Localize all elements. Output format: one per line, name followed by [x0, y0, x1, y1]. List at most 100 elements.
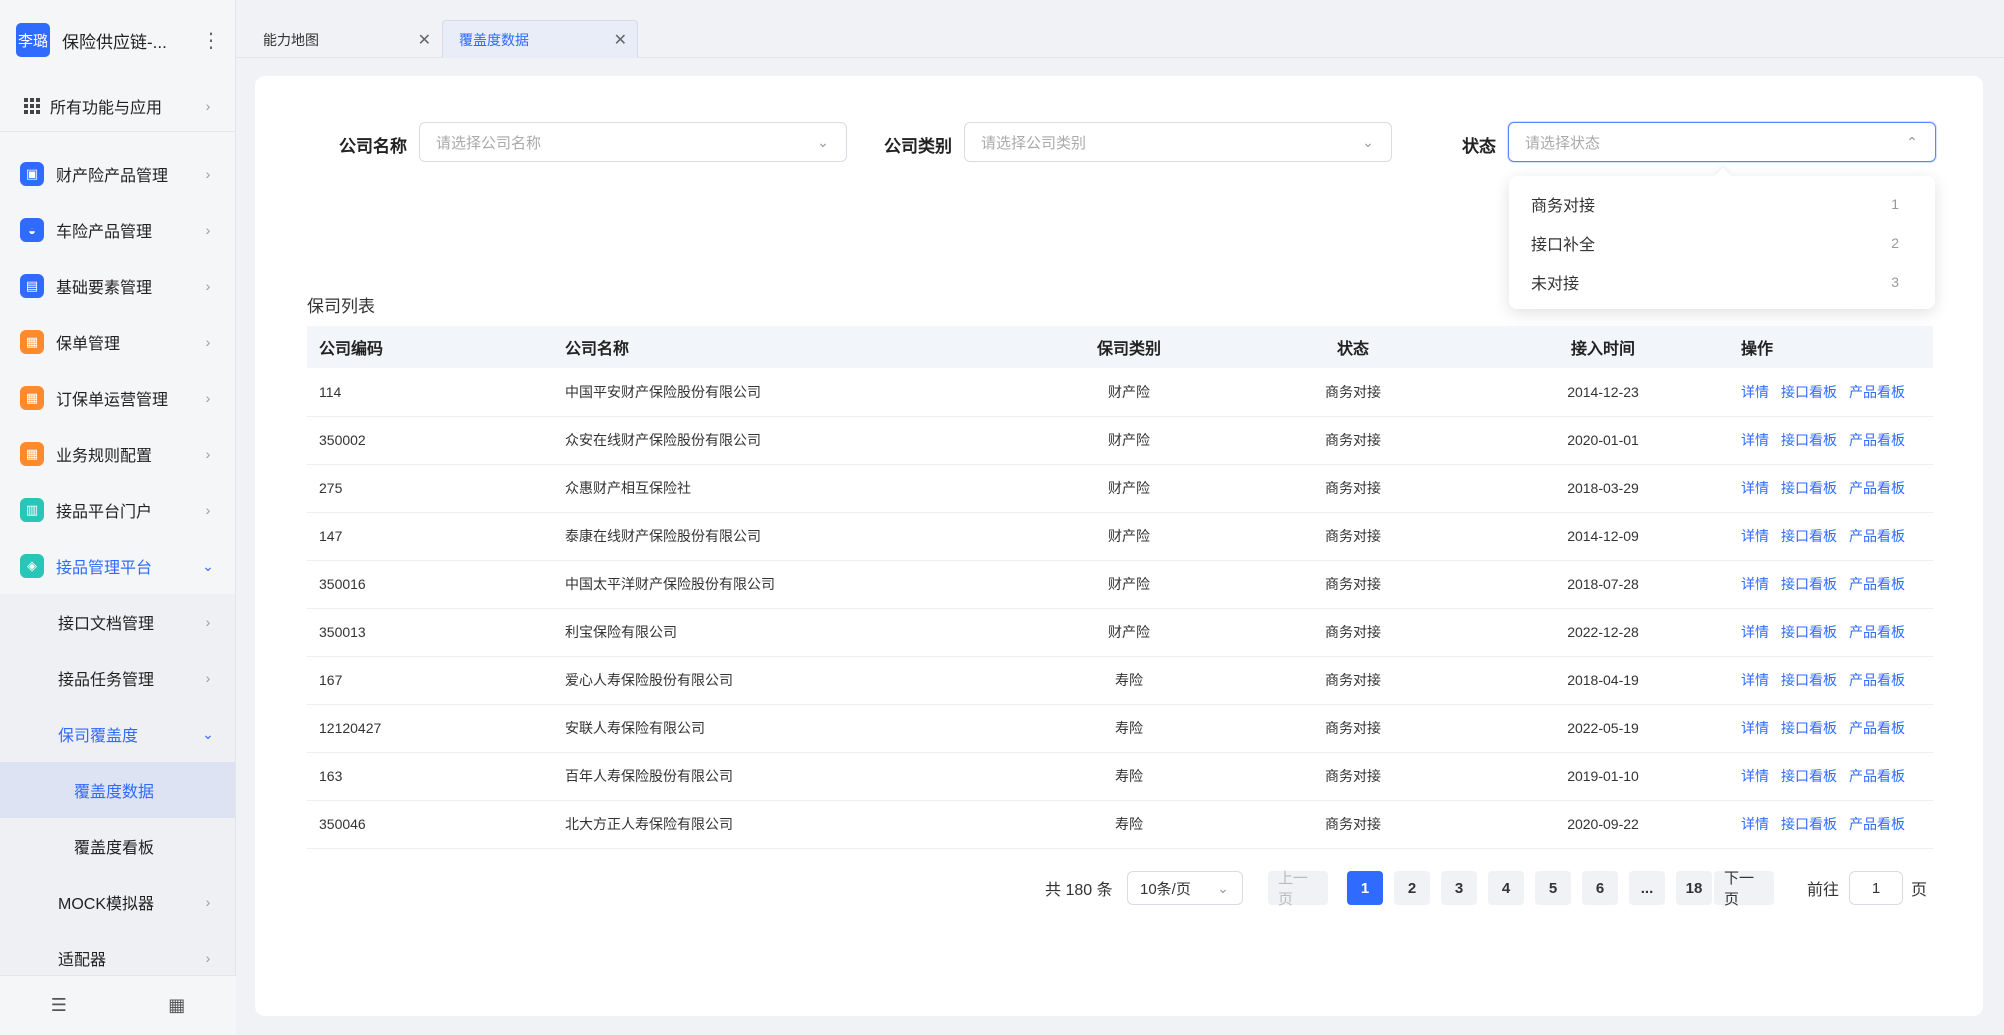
- product-board-link[interactable]: 产品看板: [1849, 576, 1905, 592]
- api-board-link[interactable]: 接口看板: [1781, 528, 1837, 544]
- sidebar-item-1[interactable]: ▣ 财产险产品管理 ›: [0, 146, 235, 202]
- detail-link[interactable]: 详情: [1741, 816, 1769, 832]
- api-board-link[interactable]: 接口看板: [1781, 576, 1837, 592]
- sidebar-item-task-management[interactable]: 接品任务管理 ›: [0, 650, 235, 706]
- status-select[interactable]: 请选择状态 ⌃: [1508, 122, 1936, 162]
- dropdown-option[interactable]: 商务对接 1: [1509, 184, 1935, 223]
- chevron-right-icon: ›: [205, 614, 211, 630]
- detail-link[interactable]: 详情: [1741, 672, 1769, 688]
- sidebar-item-coverage-data[interactable]: 覆盖度数据: [0, 762, 235, 818]
- page-button[interactable]: 3: [1441, 871, 1477, 905]
- close-icon[interactable]: ✕: [614, 30, 627, 50]
- dropdown-option[interactable]: 接口补全 2: [1509, 223, 1935, 262]
- api-board-link[interactable]: 接口看板: [1781, 384, 1837, 400]
- dropdown-option[interactable]: 未对接 3: [1509, 262, 1935, 301]
- tab-capability-map[interactable]: 能力地图 ✕: [246, 20, 442, 58]
- detail-link[interactable]: 详情: [1741, 624, 1769, 640]
- sidebar-item-2[interactable]: ◒ 车险产品管理 ›: [0, 202, 235, 258]
- detail-link[interactable]: 详情: [1741, 528, 1769, 544]
- app-name[interactable]: 保险供应链-...: [62, 28, 201, 53]
- product-board-link[interactable]: 产品看板: [1849, 384, 1905, 400]
- tab-coverage-data[interactable]: 覆盖度数据 ✕: [442, 20, 638, 58]
- detail-link[interactable]: 详情: [1741, 576, 1769, 592]
- cell-type: 财产险: [1108, 432, 1150, 448]
- cube-icon: ◈: [20, 554, 44, 578]
- detail-link[interactable]: 详情: [1741, 720, 1769, 736]
- sidebar-item-coverage[interactable]: 保司覆盖度 ⌄: [0, 706, 235, 762]
- cell-name: 利宝保险有限公司: [565, 624, 677, 640]
- page-size-select[interactable]: 10条/页 ⌄: [1127, 871, 1243, 905]
- company-name-select[interactable]: 请选择公司名称 ⌄: [419, 122, 847, 162]
- sidebar-item-mock[interactable]: MOCK模拟器 ›: [0, 874, 235, 930]
- order-icon: ▦: [20, 386, 44, 410]
- cell-status: 商务对接: [1325, 383, 1381, 400]
- page-button[interactable]: 5: [1535, 871, 1571, 905]
- api-board-link[interactable]: 接口看板: [1781, 816, 1837, 832]
- filter-row: 公司名称 请选择公司名称 ⌄ 公司类别 请选择公司类别 ⌄ 状态 请选择状态 ⌃: [255, 122, 1983, 162]
- sidebar-item-label: 基础要素管理: [56, 280, 153, 297]
- apps-icon[interactable]: ▦: [168, 995, 185, 1016]
- prev-page-button[interactable]: 上一页: [1268, 870, 1328, 908]
- avatar[interactable]: 李璐: [16, 23, 50, 57]
- sidebar-item-doc-management[interactable]: 接口文档管理 ›: [0, 594, 235, 650]
- product-board-link[interactable]: 产品看板: [1849, 528, 1905, 544]
- product-board-link[interactable]: 产品看板: [1849, 672, 1905, 688]
- detail-link[interactable]: 详情: [1741, 480, 1769, 496]
- cell-status: 商务对接: [1325, 432, 1381, 448]
- page-button[interactable]: 18: [1676, 871, 1712, 905]
- detail-link[interactable]: 详情: [1741, 768, 1769, 784]
- chevron-down-icon: ⌄: [817, 133, 829, 150]
- chevron-right-icon: ›: [205, 894, 211, 910]
- cell-type: 财产险: [1108, 576, 1150, 592]
- tab-label: 能力地图: [263, 31, 319, 48]
- api-board-link[interactable]: 接口看板: [1781, 432, 1837, 448]
- table-row: 163 百年人寿保险股份有限公司 寿险 商务对接 2019-01-10 详情 接口看板 产品看…: [307, 752, 1933, 800]
- collapse-menu-icon[interactable]: ☰: [51, 995, 67, 1016]
- tab-label: 覆盖度数据: [459, 31, 529, 48]
- cell-type: 财产险: [1108, 383, 1150, 400]
- sidebar-item-4[interactable]: ▦ 保单管理 ›: [0, 314, 235, 370]
- sidebar-item-8[interactable]: ◈ 接品管理平台 ⌄: [0, 538, 235, 594]
- next-page-button[interactable]: 下一页: [1714, 870, 1774, 908]
- api-board-link[interactable]: 接口看板: [1781, 672, 1837, 688]
- more-vertical-icon[interactable]: ⋮: [201, 28, 221, 53]
- cell-actions: 详情 接口看板 产品看板: [1729, 800, 1933, 848]
- company-type-label: 公司类别: [884, 137, 952, 156]
- sidebar-item-6[interactable]: ▦ 业务规则配置 ›: [0, 426, 235, 482]
- close-icon[interactable]: ✕: [418, 30, 431, 50]
- page-button[interactable]: 2: [1394, 871, 1430, 905]
- option-label: 商务对接: [1531, 197, 1596, 215]
- cell-status: 商务对接: [1325, 480, 1381, 496]
- cell-name: 众安在线财产保险股份有限公司: [565, 432, 761, 448]
- product-board-link[interactable]: 产品看板: [1849, 816, 1905, 832]
- sidebar-item-7[interactable]: ▥ 接品平台门户 ›: [0, 482, 235, 538]
- page-button[interactable]: 6: [1582, 871, 1618, 905]
- page-button[interactable]: 4: [1488, 871, 1524, 905]
- product-board-link[interactable]: 产品看板: [1849, 432, 1905, 448]
- chevron-down-icon: ⌄: [1362, 133, 1374, 150]
- all-apps-label: 所有功能与应用: [50, 99, 163, 117]
- api-board-link[interactable]: 接口看板: [1781, 480, 1837, 496]
- sidebar-item-coverage-board[interactable]: 覆盖度看板: [0, 818, 235, 874]
- detail-link[interactable]: 详情: [1741, 384, 1769, 400]
- cell-name: 北大方正人寿保险有限公司: [565, 816, 733, 832]
- sidebar-item-5[interactable]: ▦ 订保单运营管理 ›: [0, 370, 235, 426]
- goto-page-input[interactable]: 1: [1849, 871, 1903, 905]
- all-apps-menu[interactable]: 所有功能与应用 ›: [0, 80, 235, 132]
- page-ellipsis[interactable]: ...: [1629, 871, 1665, 905]
- api-board-link[interactable]: 接口看板: [1781, 768, 1837, 784]
- product-board-link[interactable]: 产品看板: [1849, 624, 1905, 640]
- table-row: 167 爱心人寿保险股份有限公司 寿险 商务对接 2018-04-19 详情 接口看板 产品看…: [307, 656, 1933, 704]
- product-board-link[interactable]: 产品看板: [1849, 480, 1905, 496]
- api-board-link[interactable]: 接口看板: [1781, 624, 1837, 640]
- product-board-link[interactable]: 产品看板: [1849, 768, 1905, 784]
- sidebar-item-3[interactable]: ▤ 基础要素管理 ›: [0, 258, 235, 314]
- page-button[interactable]: 1: [1347, 871, 1383, 905]
- cell-status: 商务对接: [1325, 576, 1381, 592]
- product-board-link[interactable]: 产品看板: [1849, 720, 1905, 736]
- detail-link[interactable]: 详情: [1741, 432, 1769, 448]
- company-type-select[interactable]: 请选择公司类别 ⌄: [964, 122, 1392, 162]
- cell-code: 12120427: [319, 720, 382, 736]
- cell-name: 安联人寿保险有限公司: [565, 720, 705, 736]
- api-board-link[interactable]: 接口看板: [1781, 720, 1837, 736]
